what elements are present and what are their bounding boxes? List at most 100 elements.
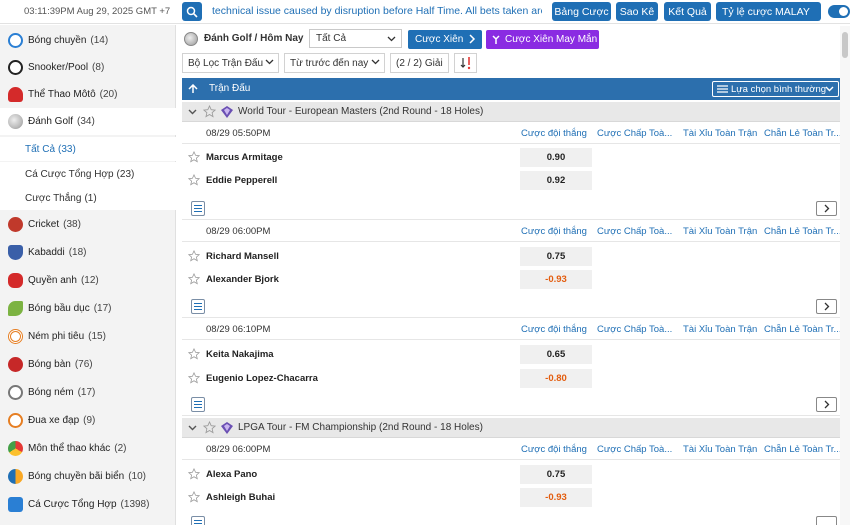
sidebar-item-count: (12) <box>80 275 99 286</box>
chevron-down-icon <box>387 36 396 42</box>
league-header[interactable]: LPGA Tour - FM Championship (2nd Round -… <box>182 418 845 438</box>
sidebar-item-count: (17) <box>93 303 112 314</box>
sidebar-item-golf[interactable]: Đánh Golf (34) <box>0 108 176 135</box>
team-name: Marcus Armitage <box>206 152 283 163</box>
kabaddi-icon <box>8 245 23 260</box>
sidebar-subitem-all[interactable]: Tất Cả (33) <box>0 137 176 161</box>
sidebar-item-cricket[interactable]: Cricket (38) <box>0 211 176 238</box>
league-pager-label: (2 / 2) Giải <box>396 57 443 69</box>
darts-icon <box>8 329 23 344</box>
more-markets-button[interactable] <box>816 201 837 216</box>
sidebar-subitem-parlay[interactable]: Cá Cược Tổng Hợp (23) <box>0 162 176 186</box>
sidebar-item-label: Môn thể thao khác <box>28 443 111 454</box>
statistics-icon[interactable] <box>191 201 205 216</box>
more-markets-button[interactable] <box>816 516 837 525</box>
page-header: Đánh Golf / Hôm Nay Tất Cả Cược Xiên Cượ… <box>182 29 846 49</box>
sidebar-item-darts[interactable]: Ném phi tiêu (15) <box>0 323 176 350</box>
favorite-star-icon[interactable] <box>188 372 200 384</box>
league-header[interactable]: World Tour - European Masters (2nd Round… <box>182 102 845 122</box>
results-button[interactable]: Kết Quả <box>664 2 711 21</box>
beach-volleyball-icon <box>8 469 23 484</box>
league-pager[interactable]: (2 / 2) Giải <box>390 53 449 73</box>
sidebar-item-volleyball[interactable]: Bóng chuyền (14) <box>0 27 176 54</box>
favorite-star-icon[interactable] <box>188 468 200 480</box>
column-over-under: Tài Xỉu Toàn Trận <box>683 324 758 335</box>
team-row: Eugenio Lopez-Chacarra -0.80 <box>182 367 845 390</box>
collapse-all-icon[interactable] <box>188 84 198 94</box>
parlay-button[interactable]: Cược Xiên <box>408 30 482 49</box>
favorite-star-icon[interactable] <box>188 491 200 503</box>
golf-icon <box>8 114 23 129</box>
favorite-star-icon[interactable] <box>188 273 200 285</box>
sidebar-subitem-outright[interactable]: Cược Thắng (1) <box>0 186 176 210</box>
sidebar-item-kabaddi[interactable]: Kabaddi (18) <box>0 239 176 266</box>
scrollbar[interactable] <box>840 26 850 525</box>
rugby-icon <box>8 301 23 316</box>
theme-toggle[interactable] <box>828 5 850 18</box>
column-over-under: Tài Xỉu Toàn Trận <box>683 128 758 139</box>
column-odd-even: Chẵn Lẻ Toàn Tr... <box>764 444 842 455</box>
more-markets-button[interactable] <box>816 397 837 412</box>
sidebar-item-motorsport[interactable]: Thể Thao Môtô (20) <box>0 81 176 108</box>
sort-order-icon <box>460 57 470 70</box>
scrollbar-thumb[interactable] <box>842 32 848 58</box>
chevron-right-icon <box>824 400 829 409</box>
sidebar-item-rugby[interactable]: Bóng bầu dục (17) <box>0 295 176 322</box>
sort-order-button[interactable] <box>454 53 477 73</box>
sidebar-item-count: (2) <box>114 443 127 454</box>
odds-cell[interactable]: 0.90 <box>520 148 592 167</box>
team-row: Richard Mansell 0.75 <box>182 245 845 268</box>
parlay-button-label: Cược Xiên <box>415 34 464 45</box>
lucky-parlay-label: Cược Xiên May Mắn <box>505 34 598 45</box>
odds-cell[interactable]: 0.65 <box>520 345 592 364</box>
sidebar-item-other-sports[interactable]: Môn thể thao khác (2) <box>0 435 176 462</box>
search-icon <box>186 6 198 18</box>
sidebar-item-boxing[interactable]: Quyền anh (12) <box>0 267 176 294</box>
sidebar-item-beach-volleyball[interactable]: Bóng chuyền bãi biển (10) <box>0 463 176 490</box>
sidebar-item-cycling[interactable]: Đua xe đạp (9) <box>0 407 176 434</box>
sort-select[interactable]: Từ trước đến nay <box>284 53 385 73</box>
sidebar-subitem-label: Cá Cược Tổng Hợp <box>25 168 114 180</box>
team-name: Keita Nakajima <box>206 349 274 360</box>
league-filter-select[interactable]: Bộ Lọc Trận Đấu <box>182 53 279 73</box>
favorite-star-icon[interactable] <box>188 250 200 262</box>
sidebar-item-label: Snooker/Pool <box>28 62 89 73</box>
market-filter-select[interactable]: Tất Cả <box>309 29 402 48</box>
statement-button[interactable]: Sao Kê <box>616 2 658 21</box>
odds-cell[interactable]: 0.92 <box>520 171 592 190</box>
lucky-parlay-button[interactable]: Cược Xiên May Mắn <box>486 30 599 49</box>
column-moneyline: Cược đội thắng <box>521 226 587 237</box>
odds-cell[interactable]: 0.75 <box>520 247 592 266</box>
sidebar-item-count: (14) <box>90 35 109 46</box>
odds-type-select[interactable]: Tỷ lệ cược MALAY <box>716 2 821 21</box>
odds-cell[interactable]: 0.75 <box>520 465 592 484</box>
search-button[interactable] <box>182 2 202 21</box>
favorite-star-icon[interactable] <box>188 151 200 163</box>
statistics-icon[interactable] <box>191 516 205 525</box>
team-name: Alexa Pano <box>206 469 258 480</box>
match-footer <box>182 296 845 318</box>
favorite-star-icon[interactable] <box>188 348 200 360</box>
sidebar-item-label: Đua xe đạp <box>28 415 80 426</box>
sidebar-item-table-tennis[interactable]: Bóng bàn (76) <box>0 351 176 378</box>
sidebar-item-count: (76) <box>74 359 93 370</box>
odds-cell[interactable]: -0.80 <box>520 369 592 388</box>
column-odd-even: Chẵn Lẻ Toàn Tr... <box>764 324 842 335</box>
statistics-icon[interactable] <box>191 397 205 412</box>
column-over-under: Tài Xỉu Toàn Trận <box>683 444 758 455</box>
sidebar-item-parlay[interactable]: Cá Cược Tổng Hợp (1398) <box>0 491 176 518</box>
market-filter-value: Tất Cả <box>316 33 347 44</box>
odds-cell[interactable]: -0.93 <box>520 488 592 507</box>
odds-cell[interactable]: -0.93 <box>520 270 592 289</box>
more-markets-button[interactable] <box>816 299 837 314</box>
sidebar-item-snooker[interactable]: Snooker/Pool (8) <box>0 54 176 81</box>
view-mode-select[interactable]: Lựa chọn bình thường <box>712 81 839 97</box>
favorite-star-icon[interactable] <box>203 105 216 118</box>
favorite-star-icon[interactable] <box>203 421 216 434</box>
column-handicap: Cược Chấp Toà... <box>597 128 673 139</box>
favorite-star-icon[interactable] <box>188 174 200 186</box>
column-moneyline: Cược đội thắng <box>521 324 587 335</box>
bet-list-button[interactable]: Bảng Cược <box>552 2 611 21</box>
sidebar-item-handball[interactable]: Bóng ném (17) <box>0 379 176 406</box>
statistics-icon[interactable] <box>191 299 205 314</box>
